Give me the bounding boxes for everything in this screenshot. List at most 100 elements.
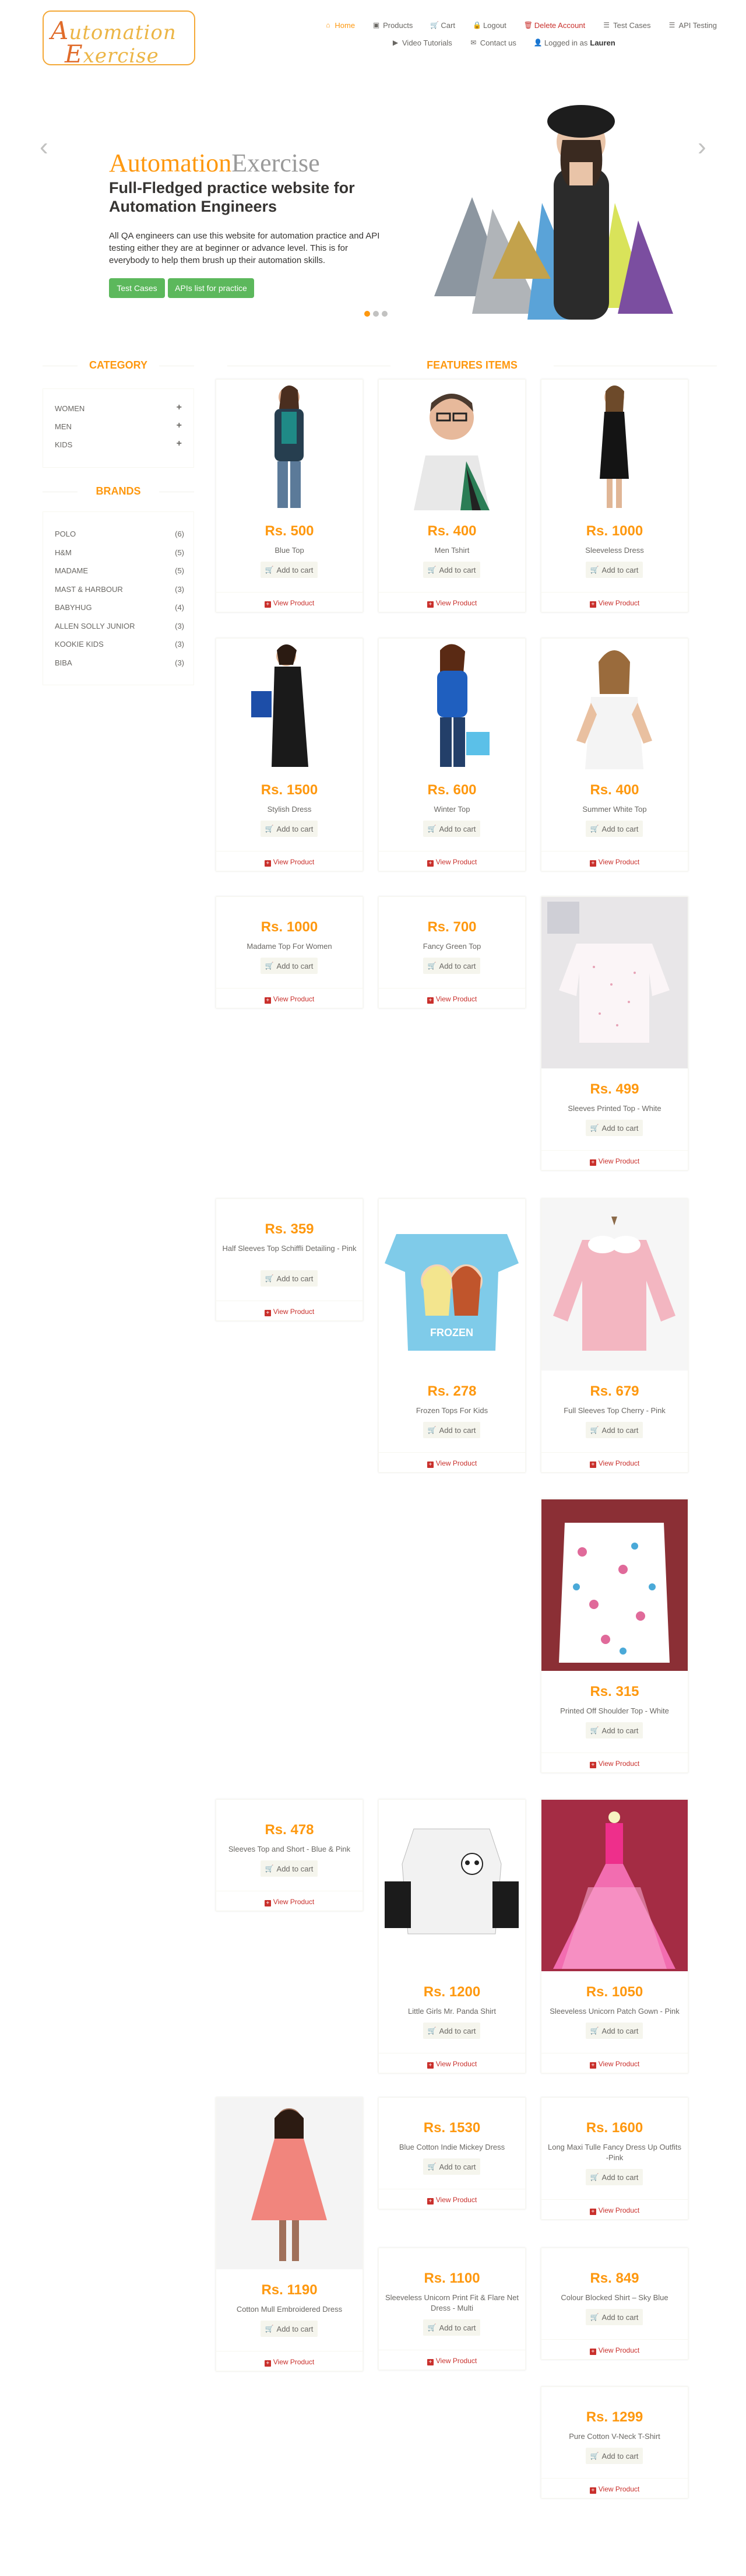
add-to-cart-button[interactable]: 🛒 Add to cart <box>261 958 318 974</box>
view-product-link[interactable]: + View Product <box>216 2358 363 2367</box>
view-product-link[interactable]: + View Product <box>379 2060 525 2069</box>
view-product-label: View Product <box>435 995 477 1003</box>
view-product-link[interactable]: + View Product <box>379 599 525 608</box>
view-product-link[interactable]: + View Product <box>541 2206 688 2215</box>
view-product-link[interactable]: + View Product <box>541 1760 688 1768</box>
nav-home[interactable]: ⌂ Home <box>324 21 355 30</box>
view-product-link[interactable]: + View Product <box>216 995 363 1004</box>
nav-test-cases[interactable]: ☰ Test Cases <box>603 21 650 30</box>
add-to-cart-button[interactable]: 🛒 Add to cart <box>423 562 480 578</box>
cart-icon: 🛒 <box>427 2163 437 2171</box>
view-product-link[interactable]: + View Product <box>216 1308 363 1316</box>
nav-api-testing[interactable]: ☰ API Testing <box>668 21 717 30</box>
slider-dot[interactable] <box>382 311 388 317</box>
product-name: Winter Top <box>434 805 470 814</box>
apis-list-button[interactable]: APIs list for practice <box>168 278 254 298</box>
add-to-cart-button[interactable]: 🛒 Add to cart <box>423 958 480 974</box>
view-product-link[interactable]: + View Product <box>216 1898 363 1906</box>
card-divider <box>541 1150 688 1151</box>
plus-icon[interactable]: + <box>177 420 182 431</box>
envelope-icon: ✉ <box>470 38 477 47</box>
plus-icon[interactable]: + <box>177 439 182 449</box>
product-card: Rs. 679 Full Sleeves Top Cherry - Pink 🛒 Ad… <box>541 1198 688 1473</box>
nav-video-tutorials[interactable]: ▶ Video Tutorials <box>392 38 452 47</box>
brand-count: (3) <box>175 621 184 630</box>
nav-logout[interactable]: 🔒 Logout <box>473 21 506 30</box>
product-price: Rs. 1000 <box>261 919 318 935</box>
view-product-label: View Product <box>435 599 477 607</box>
view-product-link[interactable]: + View Product <box>541 2060 688 2069</box>
slider-next-button[interactable]: › <box>698 134 706 160</box>
brand-item[interactable]: H&M (5) <box>55 548 184 557</box>
plus-square-icon: + <box>264 2360 271 2367</box>
slider-dot[interactable] <box>373 311 379 317</box>
view-product-link[interactable]: + View Product <box>379 2357 525 2365</box>
view-product-link[interactable]: + View Product <box>379 995 525 1004</box>
brand-item[interactable]: Mast & Harbour (3) <box>55 585 184 594</box>
slider-dot[interactable] <box>364 311 370 317</box>
view-product-link[interactable]: + View Product <box>541 599 688 608</box>
brand-item[interactable]: Babyhug (4) <box>55 603 184 612</box>
brand-item[interactable]: Allen Solly Junior (3) <box>55 622 184 630</box>
view-product-link[interactable]: + View Product <box>379 1459 525 1468</box>
plus-square-icon: + <box>427 997 434 1004</box>
add-to-cart-button[interactable]: 🛒 Add to cart <box>586 2448 643 2464</box>
view-product-link[interactable]: + View Product <box>541 1459 688 1468</box>
category-item-women[interactable]: Women + <box>55 402 183 413</box>
view-product-link[interactable]: + View Product <box>541 2485 688 2494</box>
test-cases-button[interactable]: Test Cases <box>109 278 165 298</box>
product-name: Full Sleeves Top Cherry - Pink <box>564 1406 666 1415</box>
view-product-link[interactable]: + View Product <box>379 858 525 867</box>
add-to-cart-button[interactable]: 🛒 Add to cart <box>586 2309 643 2325</box>
product-name: Fancy Green Top <box>423 942 481 951</box>
view-product-link[interactable]: + View Product <box>379 2196 525 2205</box>
view-product-link[interactable]: + View Product <box>541 2346 688 2355</box>
nav-logged-in-as[interactable]: 👤 Logged in as Lauren <box>534 38 615 47</box>
add-to-cart-button[interactable]: 🛒 Add to cart <box>586 821 643 837</box>
add-to-cart-button[interactable]: 🛒 Add to cart <box>586 1422 643 1438</box>
view-product-link[interactable]: + View Product <box>541 1157 688 1166</box>
add-to-cart-button[interactable]: 🛒 Add to cart <box>261 1270 318 1287</box>
brand-item[interactable]: Kookie Kids (3) <box>55 640 184 649</box>
add-to-cart-button[interactable]: 🛒 Add to cart <box>586 1120 643 1136</box>
brand-item[interactable]: Madame (5) <box>55 566 184 575</box>
add-to-cart-button[interactable]: 🛒 Add to cart <box>423 1422 480 1438</box>
add-to-cart-button[interactable]: 🛒 Add to cart <box>423 821 480 837</box>
add-to-cart-button[interactable]: 🛒 Add to cart <box>423 2023 480 2039</box>
view-product-link[interactable]: + View Product <box>541 858 688 867</box>
add-to-cart-button[interactable]: 🛒 Add to cart <box>423 2158 480 2175</box>
plus-icon[interactable]: + <box>177 402 182 413</box>
add-to-cart-label: Add to cart <box>276 2324 314 2333</box>
brand-name: Allen Solly Junior <box>55 621 135 630</box>
cart-icon: 🛒 <box>590 825 599 833</box>
add-to-cart-button[interactable]: 🛒 Add to cart <box>586 1722 643 1739</box>
nav-delete-account[interactable]: 🗑 Delete Account <box>524 21 585 30</box>
product-name: Sleeveless Unicorn Print Fit & Flare Net… <box>385 2293 519 2312</box>
view-product-link[interactable]: + View Product <box>216 858 363 867</box>
add-to-cart-button[interactable]: 🛒 Add to cart <box>586 2023 643 2039</box>
product-price: Rs. 499 <box>590 1081 639 1097</box>
cart-icon: 🛒 <box>427 825 437 833</box>
add-to-cart-button[interactable]: 🛒 Add to cart <box>261 562 318 578</box>
view-product-link[interactable]: + View Product <box>216 599 363 608</box>
add-to-cart-button[interactable]: 🛒 Add to cart <box>423 2319 480 2336</box>
product-price: Rs. 1100 <box>424 2270 480 2286</box>
add-to-cart-button[interactable]: 🛒 Add to cart <box>261 821 318 837</box>
view-product-label: View Product <box>273 858 315 866</box>
product-name: Half Sleeves Top Schiffli Detailing - Pi… <box>222 1244 357 1253</box>
logged-in-username: Lauren <box>590 38 615 47</box>
add-to-cart-button[interactable]: 🛒 Add to cart <box>586 2169 643 2185</box>
nav-label: API Testing <box>678 20 717 30</box>
site-logo[interactable]: Automation Exercise <box>43 10 195 68</box>
add-to-cart-button[interactable]: 🛒 Add to cart <box>261 1860 318 1877</box>
add-to-cart-button[interactable]: 🛒 Add to cart <box>261 2321 318 2337</box>
category-item-kids[interactable]: Kids + <box>55 439 183 449</box>
category-item-men[interactable]: Men + <box>55 420 183 431</box>
slider-prev-button[interactable]: ‹ <box>40 134 48 160</box>
brand-item[interactable]: Biba (3) <box>55 658 184 667</box>
brand-item[interactable]: Polo (6) <box>55 530 184 538</box>
nav-contact-us[interactable]: ✉ Contact us <box>470 38 516 47</box>
nav-products[interactable]: ▣ Products <box>372 21 413 30</box>
add-to-cart-button[interactable]: 🛒 Add to cart <box>586 562 643 578</box>
nav-cart[interactable]: 🛒 Cart <box>430 21 455 30</box>
